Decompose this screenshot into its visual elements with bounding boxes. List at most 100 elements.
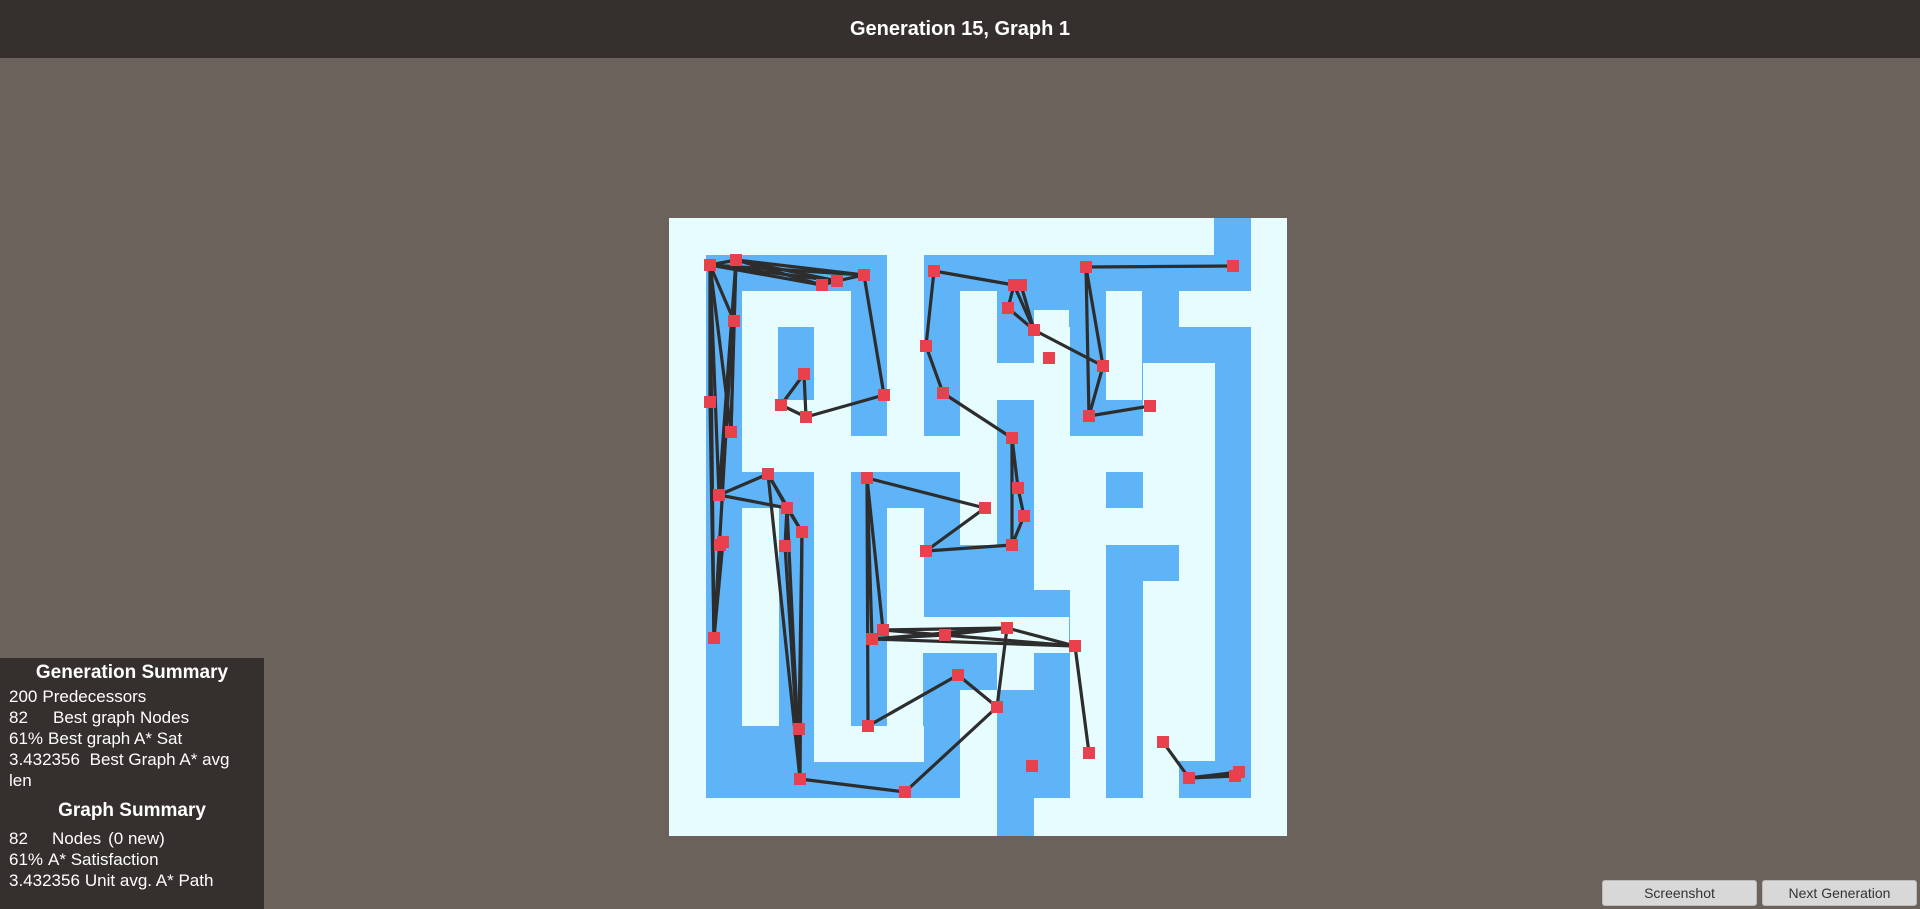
stat-label: Best graph A* Sat <box>48 729 183 748</box>
graph-node <box>1043 352 1055 364</box>
graph-row-nodes: 82 Nodes (0 new) <box>0 828 264 849</box>
summary-row-best-avg-len: 3.432356 Best Graph A* avg len <box>0 749 264 791</box>
graph-node <box>1018 510 1030 522</box>
screenshot-button[interactable]: Screenshot <box>1602 880 1757 906</box>
graph-edge <box>865 476 870 728</box>
graph-node <box>866 633 878 645</box>
maze-wall <box>669 798 997 836</box>
graph-node <box>1083 410 1095 422</box>
graph-node <box>1069 640 1081 652</box>
graph-node <box>937 387 949 399</box>
stat-label: Best graph Nodes <box>53 708 190 727</box>
maze-wall <box>1143 363 1179 545</box>
maze-wall <box>887 255 924 436</box>
stat-label: Unit avg. A* Path <box>84 871 214 890</box>
graph-node <box>1097 360 1109 372</box>
graph-node <box>1026 760 1038 772</box>
graph-node <box>1012 482 1024 494</box>
title-bar: Generation 15, Graph 1 <box>0 0 1920 58</box>
graph-node <box>928 265 940 277</box>
maze-wall <box>960 472 997 545</box>
graph-node <box>878 389 890 401</box>
next-generation-button[interactable]: Next Generation <box>1762 880 1917 906</box>
graph-node <box>704 396 716 408</box>
graph-node <box>779 540 791 552</box>
stat-label: A* Satisfaction <box>48 850 159 869</box>
graph-node <box>762 468 774 480</box>
graph-node <box>1002 302 1014 314</box>
graph-row-path: 3.432356 Unit avg. A* Path <box>0 870 264 891</box>
graph-node <box>704 259 716 271</box>
maze-wall <box>742 363 778 400</box>
graph-node <box>861 472 873 484</box>
stat-value: 82 <box>9 829 28 848</box>
graph-node <box>939 629 951 641</box>
maze-wall <box>1034 798 1287 836</box>
maze-wall <box>814 327 851 400</box>
stat-label: Predecessors <box>42 687 147 706</box>
maze-wall <box>1070 436 1143 472</box>
maze-wall <box>1251 218 1287 836</box>
graph-node <box>952 669 964 681</box>
graph-node <box>1233 766 1245 778</box>
generation-title: Generation 15, Graph 1 <box>849 17 1071 40</box>
summary-row-best-sat: 61% Best graph A* Sat <box>0 728 264 749</box>
summary-panel: Generation Summary 200 Predecessors 82 B… <box>0 658 264 909</box>
graph-node <box>781 502 793 514</box>
graph-node <box>1006 432 1018 444</box>
graph-node <box>1006 539 1018 551</box>
graph-node <box>713 489 725 501</box>
summary-row-predecessors: 200 Predecessors <box>0 686 264 707</box>
graph-node <box>728 315 740 327</box>
graph-node <box>1183 772 1195 784</box>
graph-node <box>775 399 787 411</box>
stat-value: 200 <box>9 687 38 706</box>
graph-node <box>798 368 810 380</box>
graph-node <box>862 720 874 732</box>
maze-wall <box>814 472 851 762</box>
graph-node <box>725 426 737 438</box>
graph-node <box>714 539 726 551</box>
graph-node <box>899 786 911 798</box>
graph-edge <box>1084 264 1235 269</box>
maze-wall <box>1106 508 1143 545</box>
graph-node <box>1080 261 1092 273</box>
graph-node <box>1015 279 1027 291</box>
graph-node <box>793 723 805 735</box>
maze-wall <box>960 363 1034 400</box>
graph-node <box>858 269 870 281</box>
summary-row-best-nodes: 82 Best graph Nodes <box>0 707 264 728</box>
graph-row-sat: 61% A* Satisfaction <box>0 849 264 870</box>
stat-label: Nodes <box>52 829 102 848</box>
graph-node <box>920 545 932 557</box>
stat-new: (0 new) <box>108 829 165 848</box>
generation-summary-heading: Generation Summary <box>35 662 229 683</box>
maze-wall <box>742 291 851 327</box>
graph-node <box>800 411 812 423</box>
maze-view <box>669 218 1287 836</box>
maze-wall <box>742 400 851 436</box>
stat-value: 3.432356 <box>9 871 80 890</box>
graph-node <box>796 526 808 538</box>
maze-region <box>997 798 1034 836</box>
graph-node <box>979 502 991 514</box>
graph-node <box>1227 260 1239 272</box>
maze-wall <box>1034 327 1070 581</box>
maze-wall <box>1179 363 1215 761</box>
maze-wall <box>1179 291 1251 327</box>
graph-edge <box>802 372 808 419</box>
graph-node <box>831 275 843 287</box>
graph-node <box>1083 747 1095 759</box>
maze-wall <box>1070 581 1106 798</box>
graph-node <box>1001 622 1013 634</box>
stat-value: 82 <box>9 708 28 727</box>
graph-node <box>877 624 889 636</box>
maze-wall <box>887 653 923 726</box>
graph-node <box>991 701 1003 713</box>
graph-node <box>1028 324 1040 336</box>
maze-wall <box>1106 291 1142 400</box>
maze-wall <box>1143 581 1179 798</box>
maze-graph-svg <box>669 218 1287 836</box>
graph-summary-heading: Graph Summary <box>58 800 206 821</box>
graph-node <box>730 254 742 266</box>
